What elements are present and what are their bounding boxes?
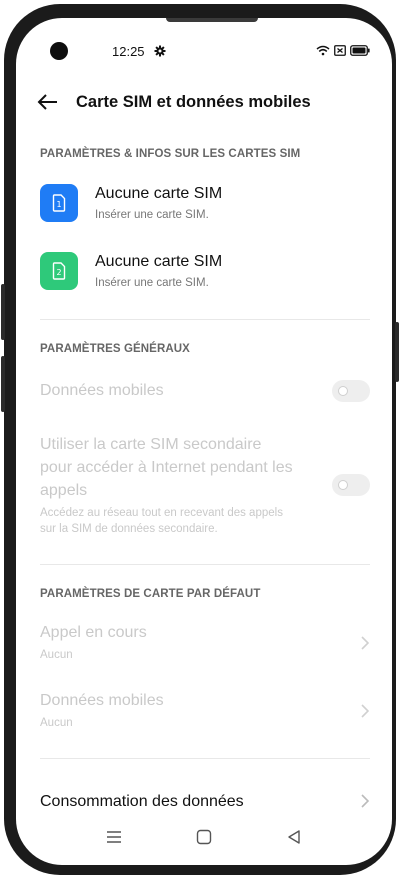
sim-card-2-item[interactable]: 2 Aucune carte SIM Insérer une carte SIM… — [40, 252, 222, 290]
divider — [40, 319, 370, 320]
menu-icon[interactable] — [106, 829, 122, 845]
chevron-right-icon — [361, 794, 370, 808]
secondary-sim-label: Utiliser la carte SIM secondaire pour ac… — [40, 433, 293, 502]
page-title: Carte SIM et données mobiles — [76, 92, 311, 111]
default-mobile-data-value: Aucun — [40, 717, 73, 729]
earpiece — [166, 18, 258, 22]
screen: 12:25 Carte SIM et données mobiles PARAM… — [16, 18, 392, 865]
default-mobile-data-label[interactable]: Données mobiles — [40, 692, 164, 710]
app-header: Carte SIM et données mobiles — [36, 90, 311, 114]
data-usage-item[interactable]: Consommation des données — [40, 793, 244, 811]
status-time: 12:25 — [112, 44, 145, 59]
secondary-sim-label-line-3: appels — [40, 482, 88, 499]
back-triangle-icon[interactable] — [286, 829, 302, 845]
sim-card-1-number: 1 — [56, 200, 61, 209]
sim-card-1-subtitle: Insérer une carte SIM. — [95, 209, 209, 221]
navigation-bar — [16, 817, 392, 865]
secondary-sim-description: Accédez au réseau tout en recevant des a… — [40, 505, 283, 537]
call-in-progress-label[interactable]: Appel en cours — [40, 624, 147, 642]
call-in-progress-value: Aucun — [40, 649, 73, 661]
sim-card-1-title: Aucune carte SIM — [95, 185, 223, 202]
camera-cutout — [50, 42, 68, 60]
mobile-data-label: Données mobiles — [40, 382, 164, 399]
toggle-knob — [338, 480, 348, 490]
power-button — [395, 322, 399, 382]
mobile-data-toggle[interactable] — [332, 380, 370, 402]
sim-card-2-subtitle: Insérer une carte SIM. — [95, 277, 209, 289]
section-label-sim-cards: PARAMÈTRES & INFOS SUR LES CARTES SIM — [40, 148, 301, 160]
secondary-sim-label-line-1: Utiliser la carte SIM secondaire — [40, 436, 262, 453]
gear-icon — [154, 45, 166, 57]
sim-card-1-item[interactable]: 1 Aucune carte SIM Insérer une carte SIM… — [40, 184, 222, 222]
volume-down-button — [1, 356, 5, 412]
arrow-left-icon[interactable] — [36, 90, 60, 114]
volume-up-button — [1, 284, 5, 340]
divider — [40, 758, 370, 759]
chevron-right-icon — [361, 636, 370, 650]
secondary-sim-label-line-2: pour accéder à Internet pendant les — [40, 459, 293, 476]
battery-icon — [350, 45, 370, 56]
status-icons — [316, 45, 370, 56]
toggle-knob — [338, 386, 348, 396]
secondary-sim-desc-line-1: Accédez au réseau tout en recevant des a… — [40, 507, 283, 519]
secondary-sim-desc-line-2: sur la SIM de données secondaire. — [40, 523, 218, 535]
secondary-sim-toggle[interactable] — [332, 474, 370, 496]
divider — [40, 564, 370, 565]
section-label-default-card: PARAMÈTRES DE CARTE PAR DÉFAUT — [40, 588, 261, 600]
no-sim-icon — [334, 45, 346, 56]
home-icon[interactable] — [196, 829, 212, 845]
phone-frame: 12:25 Carte SIM et données mobiles PARAM… — [1, 4, 399, 875]
sim-card-2-icon: 2 — [40, 252, 78, 290]
section-label-general: PARAMÈTRES GÉNÉRAUX — [40, 343, 190, 355]
sim-card-2-number: 2 — [56, 268, 61, 277]
wifi-icon — [316, 45, 330, 56]
chevron-right-icon — [361, 704, 370, 718]
sim-card-2-title: Aucune carte SIM — [95, 253, 223, 270]
sim-card-1-icon: 1 — [40, 184, 78, 222]
